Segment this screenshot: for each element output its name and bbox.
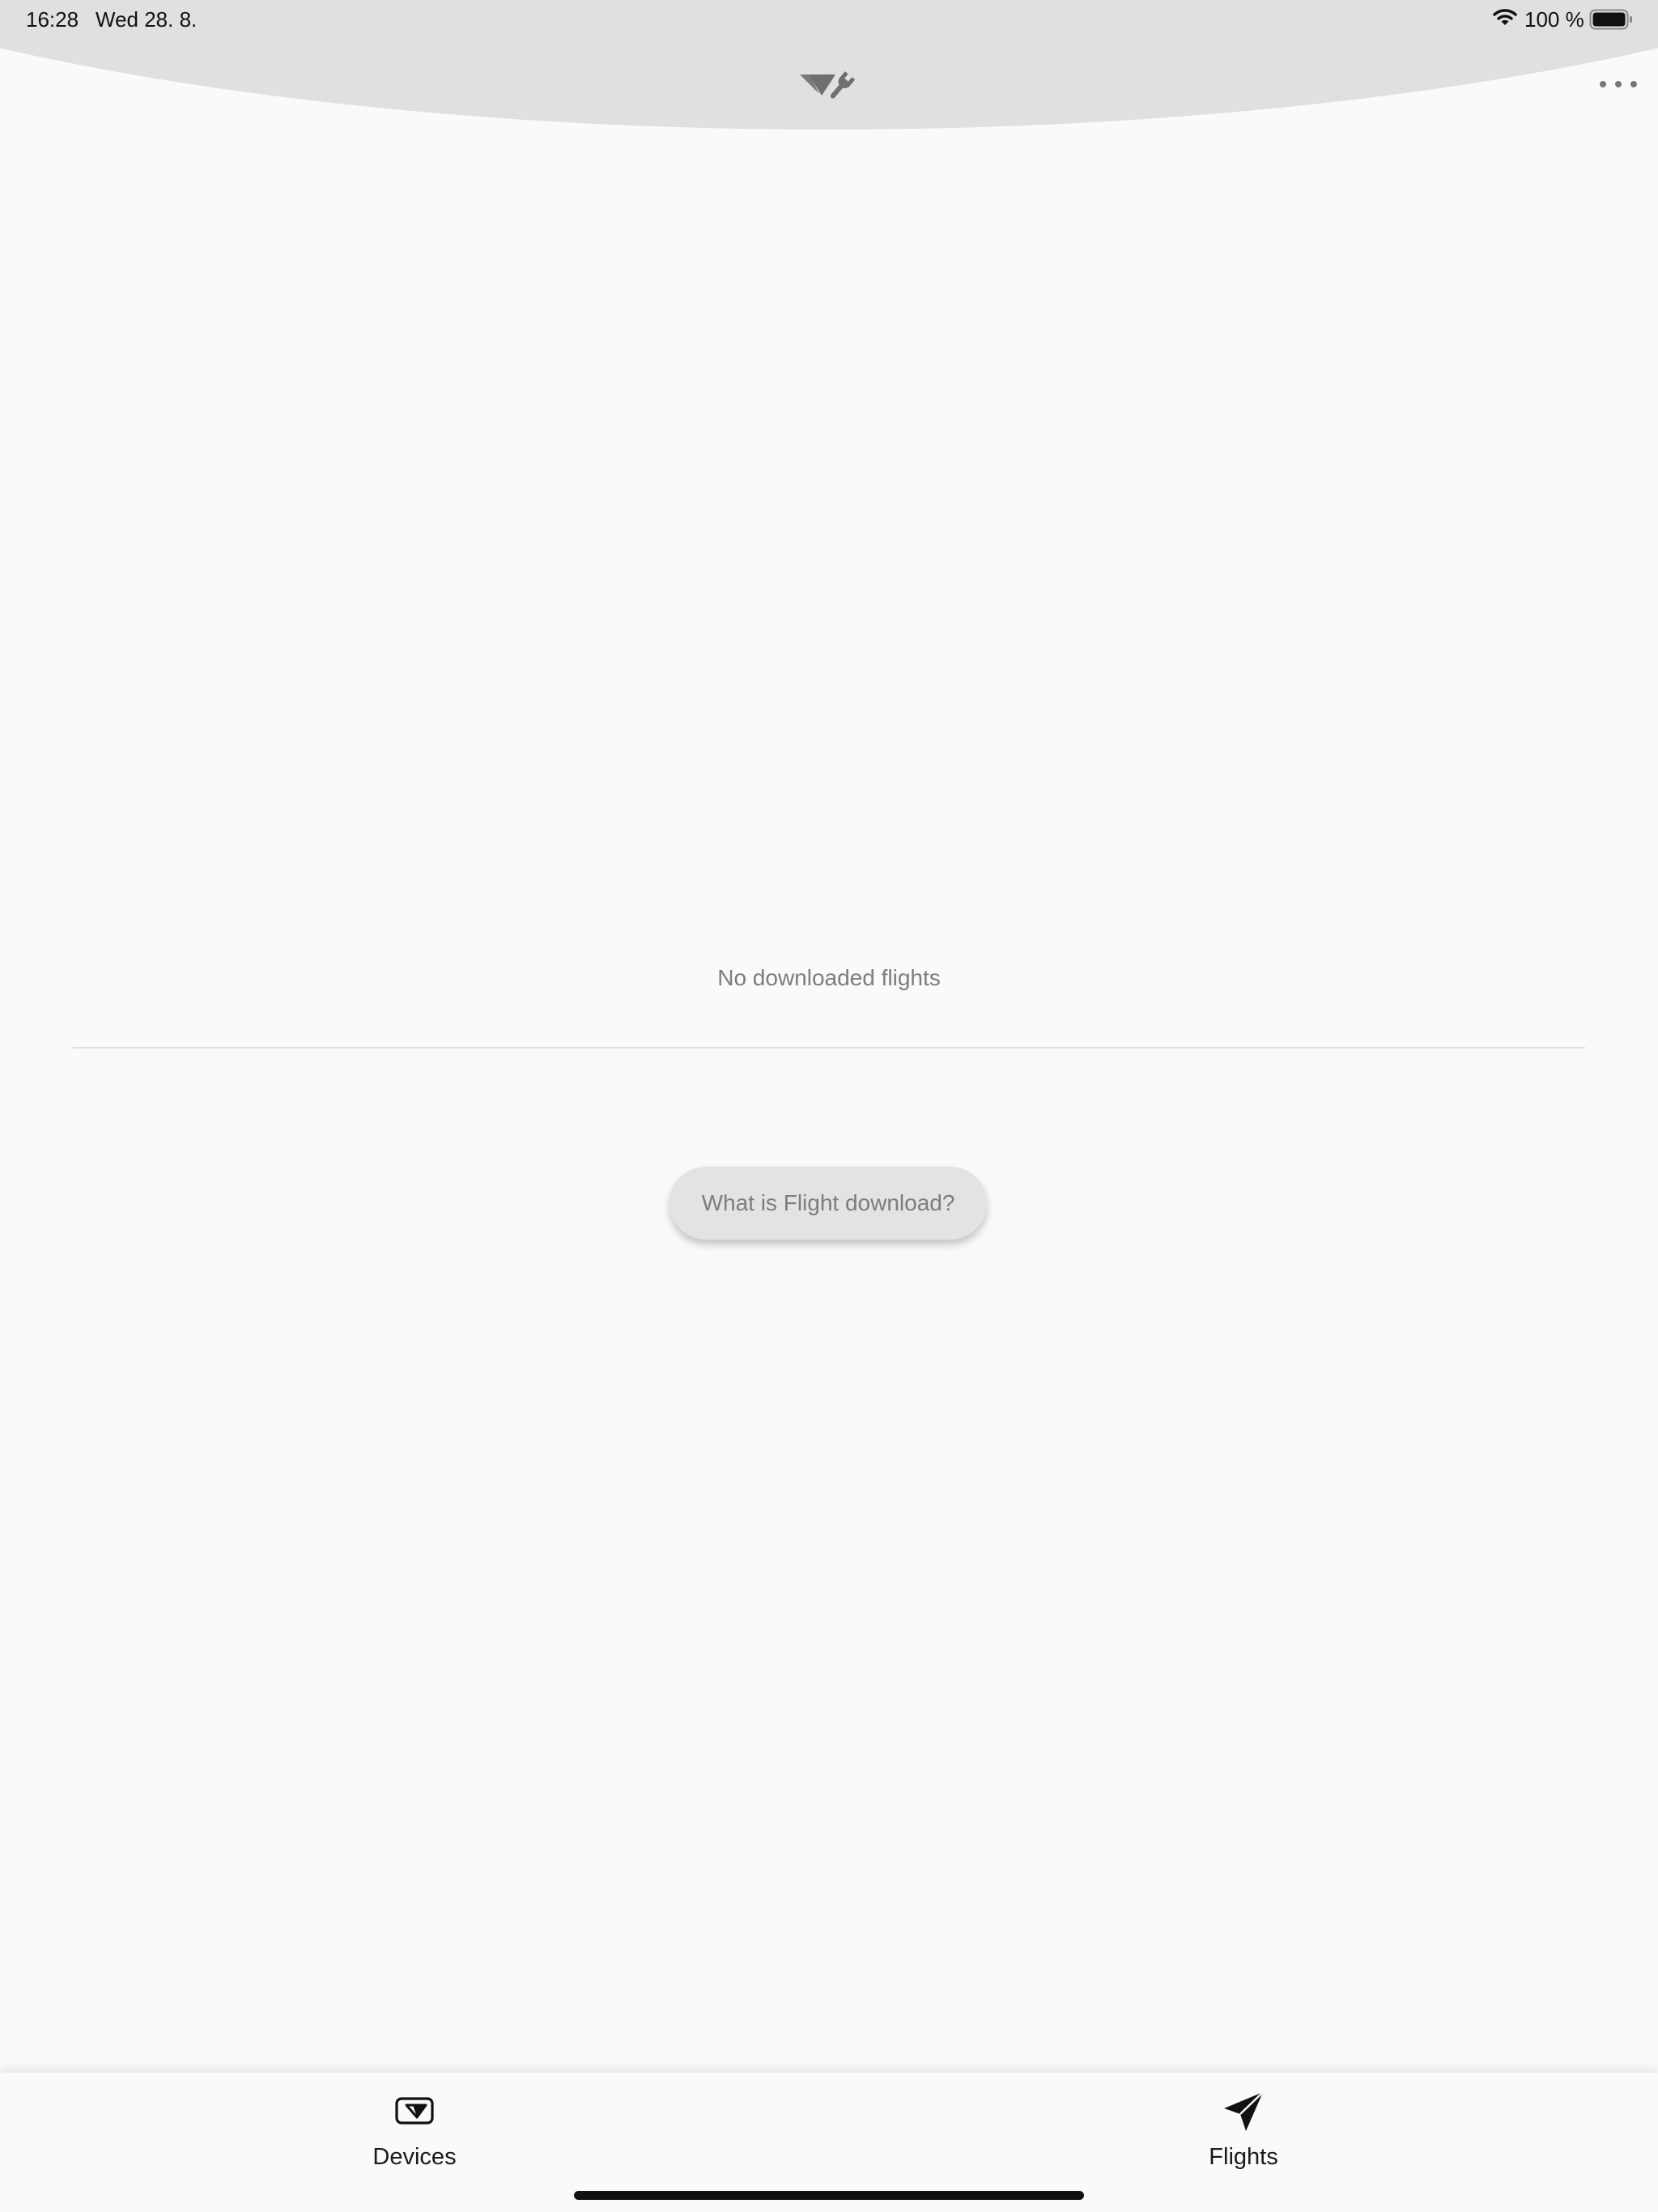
status-time: 16:28	[26, 7, 79, 32]
more-horizontal-icon-dot	[1615, 81, 1622, 87]
more-horizontal-icon-dot	[1630, 81, 1637, 87]
tab-devices-label: Devices	[372, 2144, 457, 2170]
status-bar: 16:28 Wed 28. 8. 100 %	[0, 0, 1658, 39]
app-screen: 16:28 Wed 28. 8. 100 % No downloaded fli…	[0, 0, 1658, 2212]
home-indicator[interactable]	[574, 2191, 1084, 2200]
tab-devices[interactable]: Devices	[334, 2091, 495, 2180]
device-icon	[395, 2097, 434, 2125]
status-date: Wed 28. 8.	[96, 7, 198, 32]
battery-icon	[1589, 9, 1632, 30]
wifi-icon	[1493, 9, 1517, 25]
paper-plane-icon	[1224, 2091, 1264, 2131]
tab-flights-label: Flights	[1209, 2144, 1278, 2170]
more-options-button[interactable]	[1600, 73, 1637, 96]
flight-download-help-button[interactable]: What is Flight download?	[670, 1167, 987, 1240]
tab-flights[interactable]: Flights	[1163, 2091, 1324, 2180]
divider	[73, 1047, 1585, 1049]
vario-wrench-logo-icon	[800, 71, 856, 99]
more-horizontal-icon	[1600, 81, 1606, 87]
empty-state-message: No downloaded flights	[717, 965, 941, 990]
battery-percentage: 100 %	[1524, 7, 1584, 32]
